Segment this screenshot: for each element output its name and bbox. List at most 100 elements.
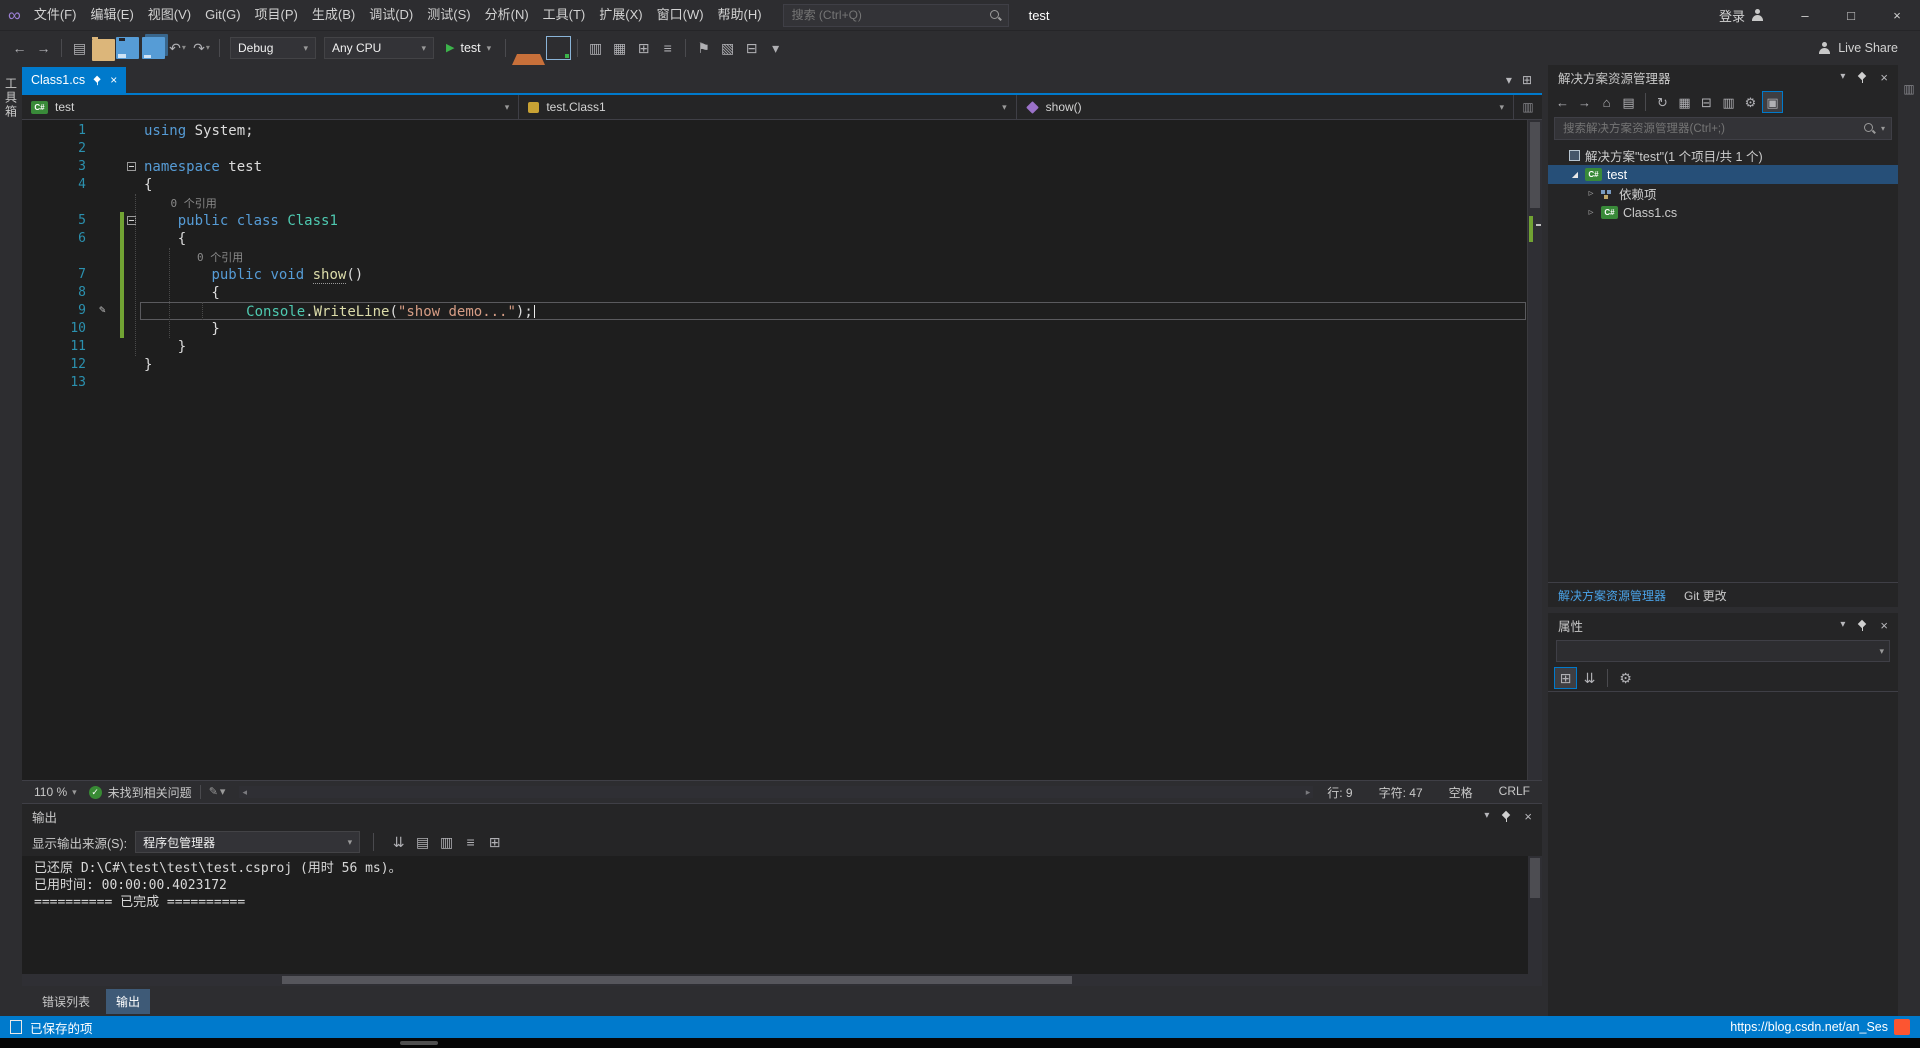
output-next-message-icon[interactable] bbox=[435, 831, 458, 853]
nav-forward-icon[interactable] bbox=[32, 37, 55, 59]
redo-icon[interactable] bbox=[190, 37, 213, 59]
window-position-icon[interactable] bbox=[1484, 811, 1489, 821]
tab-error-list[interactable]: 错误列表 bbox=[32, 989, 100, 1014]
member-dropdown[interactable]: show() bbox=[1017, 95, 1514, 119]
project-dropdown[interactable]: test bbox=[22, 95, 519, 119]
menu-item[interactable]: 生成(B) bbox=[305, 0, 362, 30]
window-position-icon[interactable] bbox=[1840, 620, 1845, 630]
output-word-wrap-icon[interactable] bbox=[459, 831, 482, 853]
close-panel-icon[interactable] bbox=[1880, 619, 1888, 632]
se-home-icon[interactable] bbox=[1596, 91, 1617, 113]
tree-item-project-test[interactable]: test bbox=[1548, 165, 1898, 184]
toolbox-vertical-tab[interactable]: 工具箱 bbox=[3, 77, 20, 1016]
find-in-files-icon[interactable] bbox=[584, 37, 607, 59]
bookmark-icon[interactable] bbox=[692, 37, 715, 59]
zoom-dropdown[interactable]: 110 % bbox=[30, 785, 81, 799]
tab-class1-cs[interactable]: Class1.cs bbox=[22, 67, 126, 93]
window-layout-icon[interactable] bbox=[1522, 74, 1532, 86]
quick-search-box[interactable] bbox=[783, 4, 1009, 27]
start-debugging-button[interactable]: test bbox=[439, 36, 498, 60]
solution-search-box[interactable] bbox=[1554, 117, 1892, 140]
nav-back-icon[interactable] bbox=[8, 37, 31, 59]
comment-icon[interactable] bbox=[716, 37, 739, 59]
save-icon[interactable] bbox=[116, 37, 139, 59]
tree-item-solution[interactable]: 解决方案"test"(1 个项目/共 1 个) bbox=[1548, 146, 1898, 165]
window-position-icon[interactable] bbox=[1840, 72, 1845, 82]
menu-item[interactable]: 分析(N) bbox=[478, 0, 536, 30]
props-alphabetical-icon[interactable] bbox=[1578, 667, 1601, 689]
tab-solution-explorer[interactable]: 解决方案资源管理器 bbox=[1558, 587, 1666, 604]
pin-panel-icon[interactable] bbox=[1857, 619, 1868, 632]
spaces-indicator[interactable]: 空格 bbox=[1449, 784, 1473, 801]
code-line[interactable]: 0 个引用 bbox=[22, 194, 1528, 212]
scrollbar-thumb[interactable] bbox=[1530, 122, 1540, 208]
se-refresh-icon[interactable] bbox=[1652, 91, 1673, 113]
editor-extras-dropdown[interactable] bbox=[209, 787, 226, 798]
document-outline-icon[interactable] bbox=[1514, 95, 1542, 119]
props-categorized-icon[interactable] bbox=[1554, 667, 1577, 689]
code-line[interactable]: 1using System; bbox=[22, 122, 1528, 140]
tab-output[interactable]: 输出 bbox=[106, 989, 150, 1014]
new-file-icon[interactable] bbox=[68, 37, 91, 59]
tree-item-dependencies[interactable]: 依赖项 bbox=[1548, 184, 1898, 203]
toolbar-overflow-icon[interactable] bbox=[764, 37, 787, 59]
expander-icon[interactable] bbox=[1586, 207, 1596, 218]
output-text-area[interactable]: 已还原 D:\C#\test\test\test.csproj (用时 56 m… bbox=[22, 856, 1542, 974]
quick-search-input[interactable] bbox=[790, 7, 983, 23]
code-line[interactable]: 9 Console.WriteLine("show demo..."); bbox=[22, 302, 1528, 320]
editor-vertical-scrollbar[interactable] bbox=[1527, 120, 1542, 780]
close-panel-icon[interactable] bbox=[1880, 71, 1888, 84]
menu-item[interactable]: 窗口(W) bbox=[650, 0, 711, 30]
output-clear-all-icon[interactable] bbox=[483, 831, 506, 853]
document-health-indicator[interactable]: 未找到相关问题 bbox=[89, 784, 192, 801]
scroll-right-icon[interactable] bbox=[1306, 788, 1311, 797]
code-line[interactable]: 8 { bbox=[22, 284, 1528, 302]
solution-configuration-dropdown[interactable]: Debug bbox=[230, 37, 316, 59]
pin-panel-icon[interactable] bbox=[1501, 810, 1512, 823]
save-all-icon[interactable] bbox=[142, 37, 165, 59]
menu-item[interactable]: 项目(P) bbox=[248, 0, 305, 30]
expander-icon[interactable] bbox=[1586, 188, 1596, 199]
editor-horizontal-scrollbar[interactable] bbox=[239, 786, 1313, 798]
menu-item[interactable]: 调试(D) bbox=[362, 0, 420, 30]
code-line[interactable]: 6 { bbox=[22, 230, 1528, 248]
code-line[interactable]: 0 个引用 bbox=[22, 248, 1528, 266]
tab-git-changes[interactable]: Git 更改 bbox=[1684, 587, 1727, 604]
pin-panel-icon[interactable] bbox=[1857, 71, 1868, 84]
menu-item[interactable]: 视图(V) bbox=[141, 0, 198, 30]
preview-window-icon[interactable] bbox=[546, 36, 571, 60]
code-line[interactable]: 11 } bbox=[22, 338, 1528, 356]
sign-in-button[interactable]: 登录 bbox=[1719, 6, 1764, 25]
output-prev-message-icon[interactable] bbox=[411, 831, 434, 853]
menu-item[interactable]: 工具(T) bbox=[536, 0, 593, 30]
menu-item[interactable]: 扩展(X) bbox=[592, 0, 649, 30]
se-back-icon[interactable] bbox=[1552, 91, 1573, 113]
scrollbar-thumb[interactable] bbox=[1530, 858, 1540, 898]
uncomment-icon[interactable] bbox=[740, 37, 763, 59]
se-sync-active-icon[interactable] bbox=[1762, 91, 1783, 113]
solution-platform-dropdown[interactable]: Any CPU bbox=[324, 37, 434, 59]
expander-icon[interactable] bbox=[1570, 170, 1580, 179]
undo-icon[interactable] bbox=[166, 37, 189, 59]
pin-tab-icon[interactable] bbox=[93, 74, 102, 85]
menu-item[interactable]: 帮助(H) bbox=[711, 0, 769, 30]
code-line[interactable]: 4{ bbox=[22, 176, 1528, 194]
close-panel-icon[interactable] bbox=[1524, 810, 1532, 823]
maximize-button[interactable] bbox=[1828, 0, 1874, 30]
column-indicator[interactable]: 字符: 47 bbox=[1379, 784, 1423, 801]
line-tools-icon[interactable] bbox=[656, 37, 679, 59]
close-button[interactable] bbox=[1874, 0, 1920, 30]
properties-object-dropdown[interactable] bbox=[1556, 640, 1890, 662]
code-line[interactable]: 3namespace test bbox=[22, 158, 1528, 176]
code-line[interactable]: 7 public void show() bbox=[22, 266, 1528, 284]
code-line[interactable]: 5 public class Class1 bbox=[22, 212, 1528, 230]
se-show-all-files-icon[interactable] bbox=[1718, 91, 1739, 113]
tree-item-class1-file[interactable]: Class1.cs bbox=[1548, 203, 1898, 222]
menu-item[interactable]: Git(G) bbox=[198, 0, 247, 30]
type-dropdown[interactable]: test.Class1 bbox=[519, 95, 1016, 119]
menu-item[interactable]: 编辑(E) bbox=[83, 0, 140, 30]
autohide-tab-icon[interactable] bbox=[1903, 83, 1914, 95]
code-line[interactable]: 10 } bbox=[22, 320, 1528, 338]
open-file-icon[interactable] bbox=[92, 39, 115, 61]
output-goto-message-icon[interactable] bbox=[387, 831, 410, 853]
